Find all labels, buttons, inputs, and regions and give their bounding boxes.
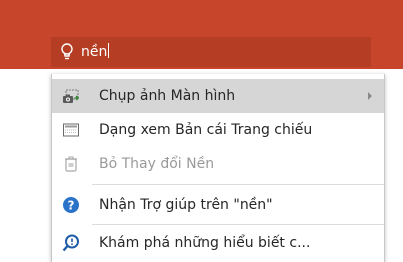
menu-item-label: Nhận Trợ giúp trên "nền" (99, 197, 273, 213)
reset-background-icon (65, 156, 77, 172)
svg-text:?: ? (68, 199, 75, 213)
text-caret (108, 43, 110, 58)
menu-item-label: Chụp ảnh Màn hình (99, 88, 236, 104)
search-input[interactable]: nền (81, 42, 110, 62)
menu-divider (92, 184, 384, 185)
menu-item-get-help[interactable]: ? Nhận Trợ giúp trên "nền" (52, 188, 384, 222)
menu-item-label: Bỏ Thay đổi Nền (99, 156, 215, 172)
menu-divider (92, 224, 384, 225)
menu-item-reset-background[interactable]: Bỏ Thay đổi Nền (52, 147, 384, 181)
menu-item-slide-master-view[interactable]: Dạng xem Bản cái Trang chiếu (52, 113, 384, 147)
menu-item-label: Khám phá những hiểu biết c... (99, 235, 311, 251)
slide-master-view-icon (63, 123, 79, 137)
menu-item-label: Dạng xem Bản cái Trang chiếu (99, 122, 313, 138)
help-question-icon: ? (63, 197, 79, 213)
submenu-arrow-icon (368, 92, 372, 100)
tell-me-search-box[interactable]: nền (51, 37, 371, 67)
lightbulb-icon (61, 43, 73, 60)
smart-lookup-icon (62, 234, 79, 252)
app-window: nền Chụp ảnh Màn hình Dạng xem Bản cái T… (0, 0, 403, 262)
search-results-menu: Chụp ảnh Màn hình Dạng xem Bản cái Trang… (51, 74, 385, 262)
menu-item-smart-lookup[interactable]: Khám phá những hiểu biết c... (52, 226, 384, 260)
menu-item-screenshot[interactable]: Chụp ảnh Màn hình (52, 79, 384, 113)
screenshot-camera-icon (63, 89, 79, 103)
